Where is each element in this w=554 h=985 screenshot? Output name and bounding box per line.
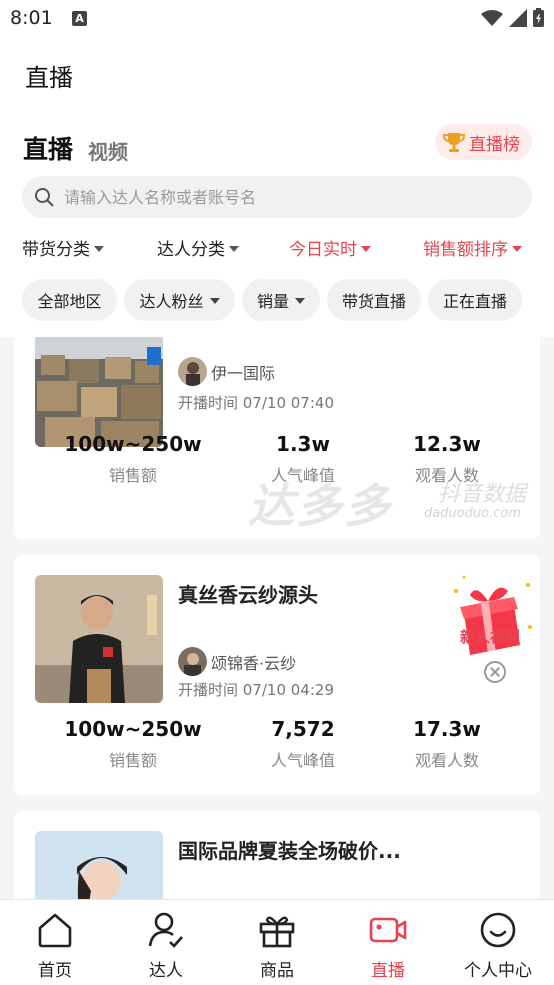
cellular-signal-icon [509,8,527,27]
chip-label: 带货直播 [341,292,406,311]
streamer-avatar [178,647,207,676]
smiley-icon [480,912,516,948]
chip-region[interactable]: 全部地区 [22,279,117,321]
start-time: 开播时间 07/10 04:29 [178,681,334,699]
stat-value: 100w~250w [64,717,202,741]
nav-label: 个人中心 [464,961,532,981]
chip-label: 达人粉丝 [139,292,204,311]
filter-sort[interactable]: 销售额排序 [423,235,522,260]
promo-label[interactable]: 新人福利 [460,626,520,647]
nav-home[interactable]: 首页 [0,910,110,981]
wifi-icon [481,9,503,26]
close-promo-icon[interactable] [484,661,506,683]
chip-row: 全部地区 达人粉丝 销量 带货直播 正在直播 [0,279,554,321]
stat-label: 销售额 [108,751,157,770]
filter-talent-type[interactable]: 达人分类 [157,235,239,260]
streamer-info[interactable]: 伊一国际 [178,357,275,386]
system-icons [481,8,544,27]
battery-icon [533,8,544,27]
filter-category[interactable]: 带货分类 [22,235,104,260]
caret-down-icon [229,245,239,252]
caret-down-icon [512,245,522,252]
content-tabs: 直播 视频 直播榜 [0,118,554,176]
home-icon [38,913,72,948]
tab-live[interactable]: 直播 [23,130,73,166]
page-title: 直播 [25,64,73,92]
app-bar: 直播 [0,38,554,110]
live-rank-button[interactable]: 直播榜 [435,124,532,160]
accessibility-notification-icon: A [72,11,87,26]
video-camera-icon [369,917,407,943]
streamer-name: 伊一国际 [211,363,276,383]
nav-label: 首页 [38,961,72,981]
chip-selling-live[interactable]: 带货直播 [327,279,421,321]
live-title[interactable]: 真丝香云纱源头 [178,579,318,608]
status-time: 8:01 [10,7,53,29]
filter-row: 带货分类 达人分类 今日实时 销售额排序 [0,230,554,264]
filter-label: 今日实时 [289,240,357,260]
nav-label: 达人 [149,961,183,981]
live-rank-label: 直播榜 [469,134,520,155]
live-card[interactable]: 伊一国际 开播时间 07/10 07:40 100w~250w 销售额 1.3w 人… [14,337,540,539]
filter-label: 带货分类 [22,240,90,260]
stat-sales: 100w~250w 销售额 [48,717,218,771]
caret-down-icon [94,245,104,252]
status-bar: 8:01 A [0,0,554,38]
chip-label: 销量 [256,292,289,311]
gift-icon [454,575,532,655]
search-input[interactable] [64,187,504,207]
stat-value: 12.3w [413,432,481,456]
live-title[interactable]: 国际品牌夏装全场破价... [178,835,401,864]
streamer-name: 颂锦香·云纱 [211,653,297,673]
nav-label: 商品 [260,961,294,981]
nav-label: 直播 [371,961,405,981]
stat-label: 销售额 [108,466,157,485]
nav-talent[interactable]: 达人 [111,910,221,981]
chip-fans[interactable]: 达人粉丝 [124,279,235,321]
nav-products[interactable]: 商品 [222,910,332,981]
filter-label: 销售额排序 [423,240,508,260]
streamer-info[interactable]: 颂锦香·云纱 [178,647,296,676]
streamer-avatar [178,357,207,386]
nav-live[interactable]: 直播 [333,910,443,981]
stat-sales: 100w~250w 销售额 [48,432,218,486]
live-list[interactable]: 伊一国际 开播时间 07/10 07:40 100w~250w 销售额 1.3w 人… [0,337,554,899]
stat-label: 观看人数 [414,466,479,485]
trophy-icon [443,133,465,152]
bottom-nav: 首页 达人 商品 直播 个人中心 [0,899,554,985]
chip-now-live[interactable]: 正在直播 [428,279,522,321]
filter-label: 达人分类 [157,240,225,260]
caret-down-icon [361,245,371,252]
stat-viewers: 17.3w 观看人数 [362,717,532,771]
tab-video[interactable]: 视频 [88,136,128,165]
gift-box-icon [259,916,295,948]
live-thumbnail[interactable] [35,337,163,447]
nav-profile[interactable]: 个人中心 [443,910,553,981]
stat-label: 观看人数 [414,751,479,770]
live-thumbnail[interactable] [35,831,163,899]
chip-label: 正在直播 [442,292,507,311]
start-time: 开播时间 07/10 07:40 [178,394,334,412]
stat-value: 100w~250w [64,432,202,456]
chip-sales[interactable]: 销量 [242,279,320,321]
chip-label: 全部地区 [37,292,102,311]
user-check-icon [148,912,183,948]
live-thumbnail[interactable] [35,575,163,703]
live-card[interactable]: 真丝香云纱源头 新人福利 颂锦香·云纱 开播时间 07/10 04:29 100… [14,555,540,795]
caret-down-icon [295,298,305,304]
live-card[interactable]: 国际品牌夏装全场破价... [14,811,540,899]
search-icon [35,188,54,207]
stat-value: 17.3w [413,717,481,741]
filter-time-range[interactable]: 今日实时 [289,235,371,260]
stat-viewers: 12.3w 观看人数 [362,432,532,486]
search-bar[interactable] [22,176,532,218]
caret-down-icon [209,298,220,304]
